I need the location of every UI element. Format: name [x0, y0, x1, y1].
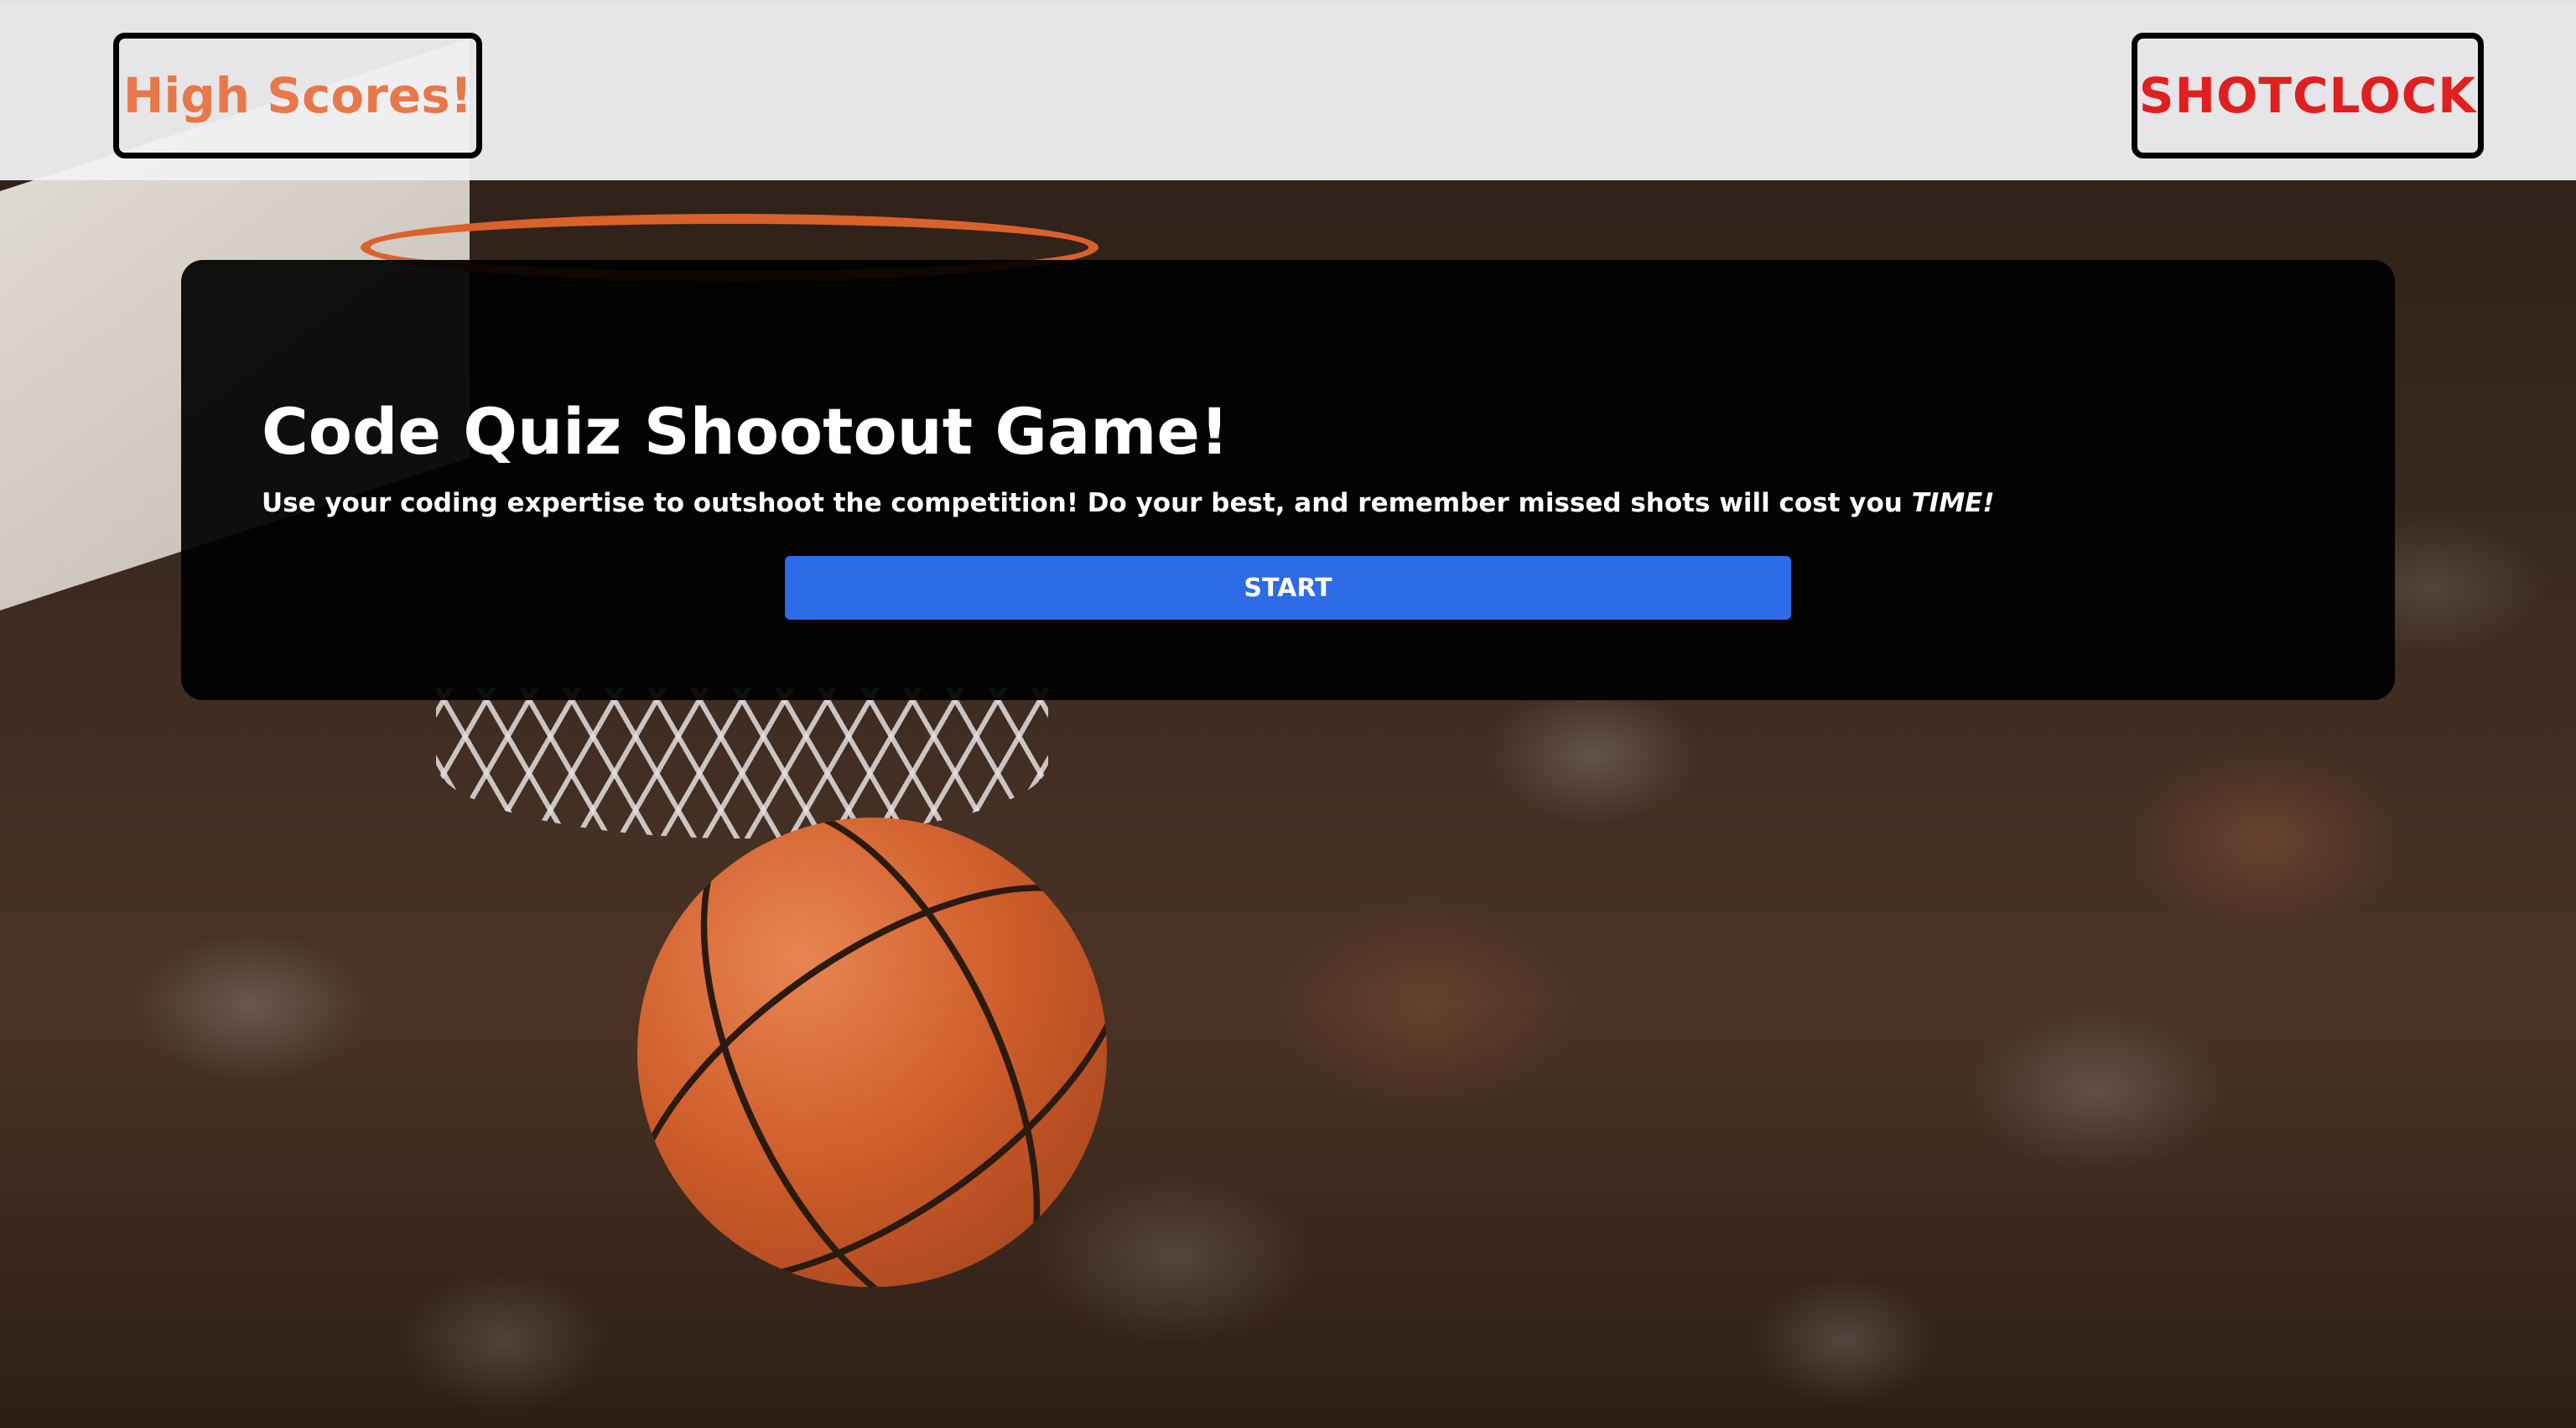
subtitle-emphasis: TIME!	[1911, 488, 1995, 518]
shotclock-display: SHOTCLOCK	[2132, 33, 2484, 158]
page-background: High Scores! SHOTCLOCK Code Quiz Shootou…	[0, 0, 2576, 1428]
quiz-intro-card: Code Quiz Shootout Game! Use your coding…	[181, 260, 2395, 700]
top-header: High Scores! SHOTCLOCK	[0, 0, 2576, 180]
basketball-image	[637, 818, 1107, 1287]
start-button[interactable]: START	[785, 556, 1791, 620]
subtitle-text: Use your coding expertise to outshoot th…	[262, 488, 1912, 518]
page-title: Code Quiz Shootout Game!	[262, 394, 1229, 469]
hoop-net-image	[436, 688, 1048, 839]
page-subtitle: Use your coding expertise to outshoot th…	[262, 488, 1995, 518]
high-scores-link[interactable]: High Scores!	[113, 33, 482, 158]
